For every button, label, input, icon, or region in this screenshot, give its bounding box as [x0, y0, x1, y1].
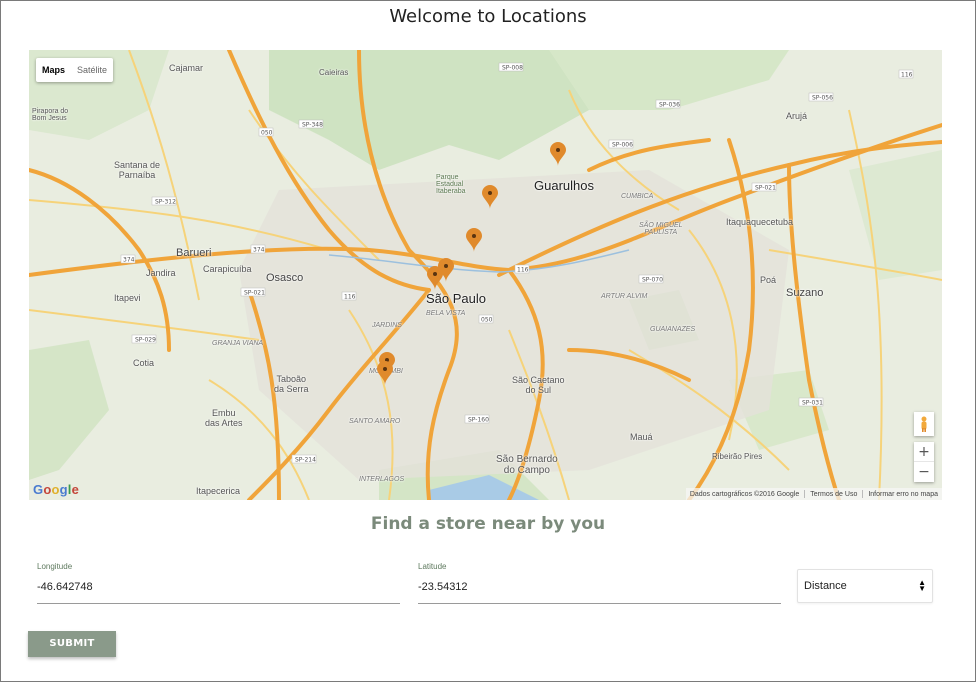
label-cumbica: CUMBICA: [621, 193, 654, 200]
svg-text:116: 116: [517, 267, 529, 274]
label-cajamar: Cajamar: [169, 63, 204, 73]
svg-text:SP-348: SP-348: [302, 122, 323, 129]
longitude-field[interactable]: Longitude -46.642748: [37, 562, 400, 604]
svg-text:SP-160: SP-160: [468, 417, 489, 424]
submit-button[interactable]: SUBMIT: [28, 631, 116, 657]
map-marker-icon[interactable]: [550, 142, 566, 166]
latitude-field[interactable]: Latitude -23.54312: [418, 562, 781, 604]
distance-select-value: Distance: [804, 580, 847, 592]
svg-text:SP-031: SP-031: [802, 400, 823, 407]
svg-text:SP-029: SP-029: [135, 337, 156, 344]
label-guarulhos: Guarulhos: [534, 178, 594, 193]
label-barueri: Barueri: [176, 247, 212, 259]
label-santo-amaro: SANTO AMARO: [349, 418, 401, 425]
map-canvas[interactable]: SP-348 SP-008 SP-036 SP-056 SP-006 SP-02…: [29, 50, 942, 500]
map-type-satellite-button[interactable]: Satélite: [71, 58, 113, 82]
zoom-out-button[interactable]: −: [914, 462, 934, 482]
map-marker-icon[interactable]: [482, 185, 498, 209]
longitude-input[interactable]: -46.642748: [37, 581, 400, 604]
label-aruja: Arujá: [786, 111, 808, 121]
svg-text:SP-008: SP-008: [502, 65, 523, 72]
label-granja-viana: GRANJA VIANA: [212, 340, 264, 347]
map-marker-icon[interactable]: [377, 361, 393, 385]
zoom-control: + −: [914, 442, 934, 482]
label-santana: Santana de Parnaíba: [114, 160, 161, 180]
label-osasco: Osasco: [266, 272, 304, 284]
map-type-control: Maps Satélite: [36, 58, 114, 82]
latitude-label: Latitude: [418, 562, 447, 571]
terms-link[interactable]: Termos de Uso: [810, 491, 857, 498]
label-parque: Parque Estadual Itaberaba: [436, 174, 466, 195]
svg-text:374: 374: [123, 257, 135, 264]
label-jardins: JARDINS: [372, 322, 402, 329]
label-embu: Embu das Artes: [205, 408, 243, 428]
map-type-maps-button[interactable]: Maps: [36, 58, 71, 82]
svg-text:374: 374: [253, 247, 265, 254]
svg-text:SP-056: SP-056: [812, 95, 833, 102]
page-title: Welcome to Locations: [389, 6, 587, 27]
label-sao-miguel: SÃO MIGUEL PAULISTA: [639, 222, 683, 236]
distance-select[interactable]: Distance ▲ ▼: [797, 569, 933, 603]
longitude-label: Longitude: [37, 562, 73, 571]
label-bela-vista: BELA VISTA: [426, 310, 466, 317]
label-artur-alvim: ARTUR ALVIM: [601, 293, 648, 300]
label-itapevi: Itapevi: [114, 293, 141, 303]
label-sao-bernardo: São Bernardo do Campo: [496, 454, 558, 476]
map-attribution: Dados cartográficos ©2016 Google Termos …: [685, 488, 942, 500]
label-ribeirao: Ribeirão Pires: [712, 452, 763, 461]
label-interlagos: INTERLAGOS: [359, 476, 405, 483]
label-poa: Poá: [760, 275, 777, 285]
google-logo: Google: [33, 482, 80, 497]
street-view-icon[interactable]: [914, 412, 934, 436]
zoom-in-button[interactable]: +: [914, 442, 934, 462]
svg-text:116: 116: [344, 294, 356, 301]
svg-text:SP-021: SP-021: [244, 290, 265, 297]
svg-text:116: 116: [901, 72, 913, 79]
label-pirapora: Pirapora do Bom Jesus: [32, 108, 69, 122]
map-data-credit: Dados cartográficos ©2016 Google: [689, 490, 800, 498]
label-suzano: Suzano: [786, 287, 824, 299]
label-taboao: Taboão da Serra: [274, 374, 309, 394]
label-jandira: Jandira: [146, 268, 176, 278]
svg-text:SP-070: SP-070: [642, 277, 663, 284]
divider: [804, 490, 806, 498]
label-sao-paulo: São Paulo: [426, 291, 486, 306]
svg-text:SP-036: SP-036: [659, 102, 680, 109]
map-marker-icon[interactable]: [466, 228, 482, 252]
svg-text:050: 050: [481, 317, 493, 324]
svg-text:SP-214: SP-214: [295, 457, 316, 464]
label-itapecerica: Itapecerica: [196, 486, 241, 496]
report-error-link[interactable]: Informar erro no mapa: [868, 491, 938, 498]
label-sao-caetano: São Caetano do Sul: [512, 375, 565, 395]
svg-text:SP-021: SP-021: [755, 185, 776, 192]
svg-text:SP-312: SP-312: [155, 199, 176, 206]
label-itaquaquecetuba: Itaquaquecetuba: [726, 217, 794, 227]
map-marker-icon[interactable]: [427, 266, 443, 290]
label-carapicuiba: Carapicuíba: [203, 264, 252, 274]
select-arrows-icon: ▲ ▼: [918, 578, 926, 593]
label-caieiras: Caieiras: [319, 68, 349, 77]
divider: [862, 490, 864, 498]
latitude-input[interactable]: -23.54312: [418, 581, 781, 604]
svg-text:050: 050: [261, 130, 273, 137]
find-store-heading: Find a store near by you: [370, 514, 606, 534]
svg-text:SP-006: SP-006: [612, 142, 633, 149]
label-cotia: Cotia: [133, 358, 155, 368]
label-maua: Mauá: [630, 432, 653, 442]
label-guaianazes: GUAIANAZES: [650, 326, 696, 333]
